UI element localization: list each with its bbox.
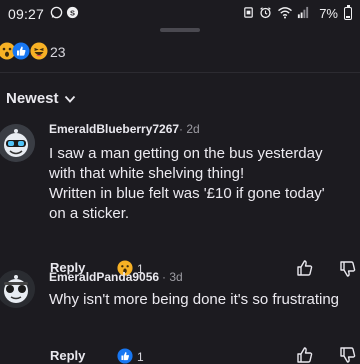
comment-timestamp: · 2d: [179, 122, 200, 136]
haha-emoji-icon: [30, 42, 48, 60]
comment-line: Written in blue felt was '£10 if gone to…: [49, 185, 325, 202]
divider: [0, 72, 360, 73]
alarm-icon: [244, 7, 253, 18]
comment-timestamp: · 3d: [162, 270, 183, 284]
avatar[interactable]: [0, 124, 35, 162]
thumbs-up-icon[interactable]: [296, 346, 314, 364]
comment-line: with that white shelving thing!: [49, 165, 245, 182]
comment-body: I saw a man getting on the bus yesterday…: [49, 144, 325, 224]
chevron-down-icon[interactable]: [63, 92, 77, 106]
comment-line: I saw a man getting on the bus yesterday: [49, 145, 323, 162]
wifi-icon: [278, 7, 292, 19]
comment-body: Why isn't more being done it's so frustr…: [49, 290, 339, 310]
snoo-avatar-icon: [0, 124, 35, 162]
thumbs-up-icon[interactable]: [296, 259, 314, 277]
like-emoji-icon: [12, 42, 30, 60]
whatsapp-icon: [50, 6, 63, 19]
thumbs-down-icon[interactable]: [339, 260, 357, 278]
clock: 09:27: [8, 6, 45, 22]
comment-line: Why isn't more being done it's so frustr…: [49, 291, 340, 308]
snoo-avatar-icon: [0, 270, 35, 308]
comment-username[interactable]: EmeraldBlueberry7267: [49, 122, 179, 136]
thumbs-down-icon[interactable]: [339, 346, 357, 364]
comment-reaction-count: 1: [137, 350, 144, 364]
comment-line: on a sticker.: [49, 205, 130, 222]
sheet-handle[interactable]: [160, 28, 200, 32]
status-bar: 09:27 S 7%: [0, 0, 360, 28]
signal-icon: [297, 6, 309, 19]
reaction-count: 23: [50, 44, 66, 60]
reply-button[interactable]: Reply: [50, 348, 85, 363]
battery-icon: [344, 5, 352, 20]
battery-percent: 7%: [319, 6, 338, 21]
clock-alarm-icon: [260, 7, 271, 19]
like-emoji-icon[interactable]: [117, 348, 133, 364]
comment-username[interactable]: EmeraldPanda9056: [49, 270, 159, 284]
avatar[interactable]: [0, 270, 35, 308]
svg-text:S: S: [70, 8, 75, 17]
samsung-icon: S: [66, 6, 79, 19]
sort-dropdown-label[interactable]: Newest: [6, 90, 59, 107]
